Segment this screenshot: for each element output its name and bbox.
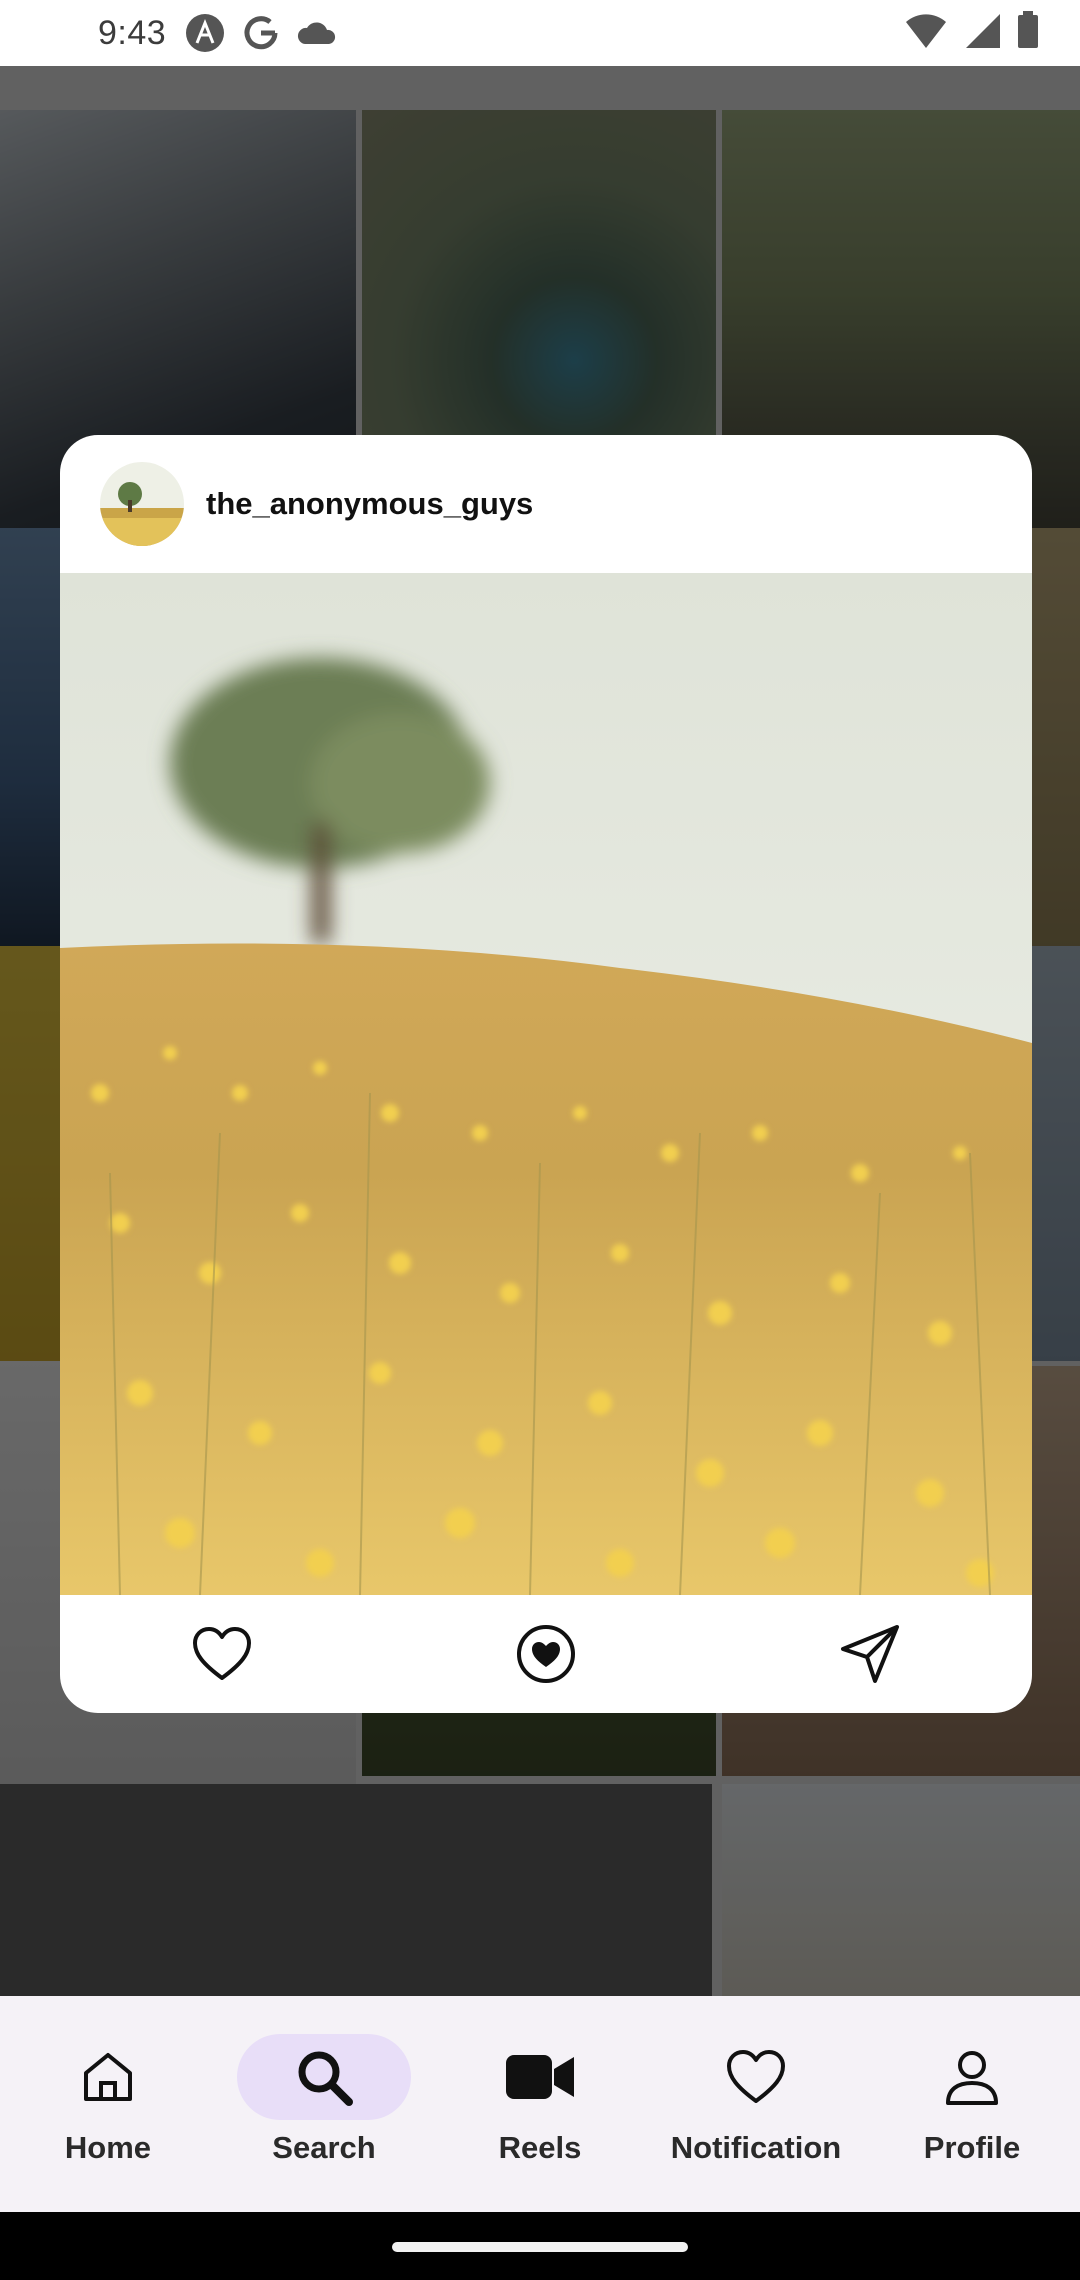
nav-home-label: Home: [64, 2130, 152, 2165]
home-gesture-bar[interactable]: [392, 2242, 688, 2252]
home-icon: [84, 2053, 132, 2101]
nav-search-label: Search: [272, 2130, 376, 2165]
heart-icon: [193, 1627, 251, 1680]
cloud-icon: [296, 12, 338, 54]
bottom-navigation: Home Search Reels Notification Profile: [0, 1996, 1080, 2212]
nav-profile[interactable]: Profile: [864, 1996, 1080, 2212]
send-icon: [841, 1625, 899, 1683]
video-icon: [506, 2055, 574, 2099]
nav-profile-icon-wrap: [885, 2034, 1059, 2120]
nav-notification-icon-wrap: [669, 2034, 843, 2120]
search-icon: [298, 2051, 353, 2106]
tree-field-avatar[interactable]: [100, 462, 184, 546]
nav-reels[interactable]: Reels: [432, 1996, 648, 2212]
field-with-tree-photo[interactable]: [60, 573, 1032, 1596]
nav-reels-label: Reels: [498, 2130, 582, 2165]
nav-notification-label: Notification: [670, 2130, 842, 2165]
post-header: the_anonymous_guys: [60, 435, 1032, 573]
nav-home[interactable]: Home: [0, 1996, 216, 2212]
like-button[interactable]: [186, 1618, 258, 1690]
post-preview-card: the_anonymous_guys: [60, 435, 1032, 1713]
gesture-area: [0, 2212, 1080, 2280]
nav-search[interactable]: Search: [216, 1996, 432, 2212]
nav-notification[interactable]: Notification: [648, 1996, 864, 2212]
nav-home-icon-wrap: [21, 2034, 195, 2120]
nav-reels-icon-wrap: [453, 2034, 627, 2120]
status-bar: 9:43: [0, 0, 1080, 66]
favorite-button[interactable]: [510, 1618, 582, 1690]
post-username[interactable]: the_anonymous_guys: [206, 486, 533, 522]
post-actions: [60, 1595, 1032, 1713]
nav-search-active-pill: [237, 2034, 411, 2120]
status-time: 9:43: [98, 13, 167, 52]
battery-icon: [1016, 10, 1040, 55]
a-icon: [184, 12, 226, 54]
share-button[interactable]: [834, 1618, 906, 1690]
heart-circle-icon: [517, 1625, 575, 1683]
heart-icon: [727, 2050, 785, 2103]
person-icon: [946, 2051, 998, 2105]
google-icon: [240, 12, 282, 54]
signal-icon: [962, 10, 1002, 55]
wifi-icon: [904, 10, 948, 55]
nav-profile-label: Profile: [923, 2130, 1021, 2165]
